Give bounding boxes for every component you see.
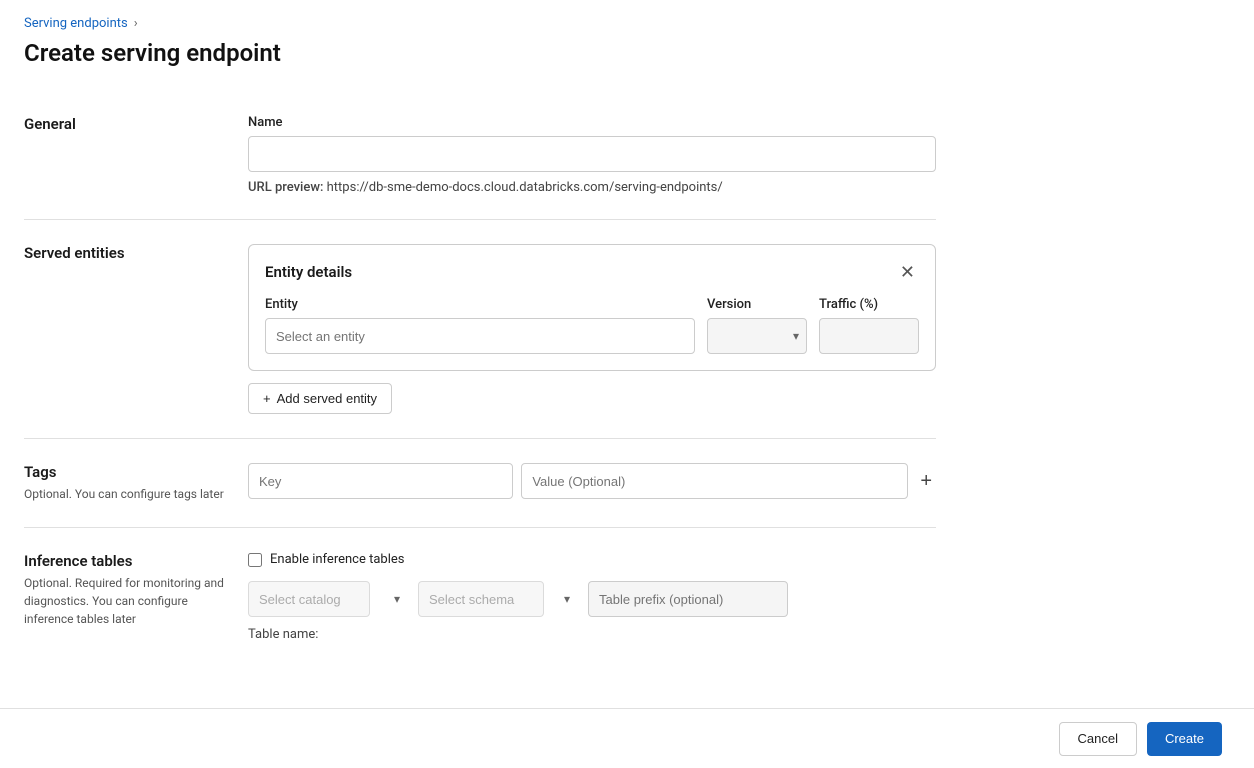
table-name-row: Table name: [248, 627, 936, 642]
name-field-label: Name [248, 115, 936, 130]
add-served-entity-label: Add served entity [277, 391, 377, 406]
section-content-inference-tables: Enable inference tables Select catalog S… [248, 552, 936, 642]
table-prefix-input[interactable] [588, 581, 788, 617]
tag-add-button[interactable]: + [916, 471, 936, 491]
catalog-select-wrapper: Select catalog [248, 581, 408, 617]
version-select-wrapper [707, 318, 807, 354]
breadcrumb-link[interactable]: Serving endpoints [24, 16, 128, 31]
tag-value-input[interactable] [521, 463, 908, 499]
url-preview-label: URL preview: [248, 180, 323, 195]
name-input[interactable] [248, 136, 936, 172]
section-title-inference-tables: Inference tables [24, 552, 224, 570]
entity-card-header: Entity details ✕ [265, 261, 919, 283]
entity-fields: Entity Version Traffic [265, 297, 919, 354]
inference-selects-row: Select catalog Select schema [248, 581, 936, 617]
section-desc-inference-tables: Optional. Required for monitoring and di… [24, 574, 224, 628]
section-inference-tables: Inference tables Optional. Required for … [24, 528, 936, 666]
page-container: Serving endpoints › Create serving endpo… [0, 0, 960, 682]
entity-field-entity: Entity [265, 297, 695, 354]
section-content-general: Name URL preview: https://db-sme-demo-do… [248, 115, 936, 195]
traffic-input[interactable]: 100 [819, 318, 919, 354]
entity-field-traffic: Traffic (%) 100 [819, 297, 919, 354]
section-label-inference-tables: Inference tables Optional. Required for … [24, 552, 224, 628]
section-content-served-entities: Entity details ✕ Entity Version [248, 244, 936, 414]
page-title: Create serving endpoint [24, 39, 936, 67]
section-title-general: General [24, 115, 224, 133]
version-label: Version [707, 297, 807, 312]
footer: Cancel Create [0, 708, 1254, 768]
main-content: Serving endpoints › Create serving endpo… [0, 0, 1254, 762]
breadcrumb-separator: › [134, 16, 138, 31]
entity-label: Entity [265, 297, 695, 312]
add-served-entity-button[interactable]: + Add served entity [248, 383, 392, 414]
section-general: General Name URL preview: https://db-sme… [24, 91, 936, 220]
section-tags: Tags Optional. You can configure tags la… [24, 439, 936, 528]
enable-inference-label[interactable]: Enable inference tables [270, 552, 405, 567]
section-content-tags: + [248, 463, 936, 499]
tags-row: + [248, 463, 936, 499]
section-label-tags: Tags Optional. You can configure tags la… [24, 463, 224, 503]
entity-select-input[interactable] [265, 318, 695, 354]
catalog-select[interactable]: Select catalog [248, 581, 370, 617]
entity-details-card: Entity details ✕ Entity Version [248, 244, 936, 371]
section-label-served-entities: Served entities [24, 244, 224, 266]
section-label-general: General [24, 115, 224, 137]
breadcrumb: Serving endpoints › [24, 16, 936, 31]
entity-card-title: Entity details [265, 263, 352, 281]
create-button[interactable]: Create [1147, 722, 1222, 756]
enable-inference-row: Enable inference tables [248, 552, 936, 567]
section-desc-tags: Optional. You can configure tags later [24, 485, 224, 503]
version-select[interactable] [707, 318, 807, 354]
url-preview: URL preview: https://db-sme-demo-docs.cl… [248, 180, 936, 195]
section-served-entities: Served entities Entity details ✕ Entity [24, 220, 936, 439]
plus-icon: + [263, 391, 271, 406]
tag-key-input[interactable] [248, 463, 513, 499]
cancel-button[interactable]: Cancel [1059, 722, 1137, 756]
schema-select[interactable]: Select schema [418, 581, 544, 617]
close-entity-card-button[interactable]: ✕ [896, 261, 919, 283]
schema-select-wrapper: Select schema [418, 581, 578, 617]
url-preview-value: https://db-sme-demo-docs.cloud.databrick… [327, 180, 723, 195]
entity-field-version: Version [707, 297, 807, 354]
enable-inference-checkbox[interactable] [248, 553, 262, 567]
traffic-label: Traffic (%) [819, 297, 919, 312]
section-title-tags: Tags [24, 463, 224, 481]
section-title-served-entities: Served entities [24, 244, 224, 262]
